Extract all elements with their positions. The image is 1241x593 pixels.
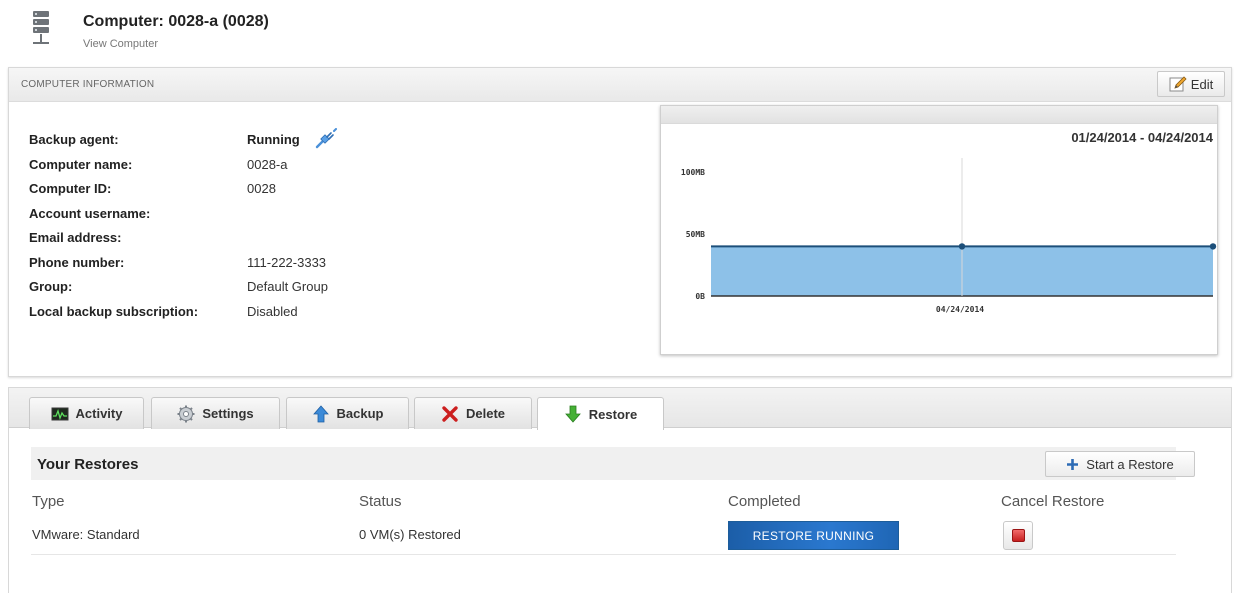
chart-y-tick-label: 50MB xyxy=(686,230,705,239)
server-icon xyxy=(33,11,49,44)
storage-chart: 01/24/2014 - 04/24/2014 0B 50MB 100MB 04/24… xyxy=(660,105,1218,355)
info-label: Account username: xyxy=(29,205,151,221)
restores-section-header: Your Restores Start a Restore xyxy=(31,447,1195,480)
start-restore-label: Start a Restore xyxy=(1086,456,1174,472)
info-label: Computer ID: xyxy=(29,181,112,196)
computer-tabs-panel: Activity Settings Backup Delete Restore … xyxy=(8,387,1232,593)
start-restore-button[interactable]: Start a Restore xyxy=(1045,451,1195,477)
info-label: Backup agent: xyxy=(29,132,119,147)
info-label: Group: xyxy=(29,279,73,294)
cancel-restore-button[interactable] xyxy=(1003,521,1033,550)
column-header-completed: Completed xyxy=(728,493,801,510)
restore-progress-bar: RESTORE RUNNING xyxy=(728,521,899,550)
chart-point xyxy=(958,243,966,250)
edit-label: Edit xyxy=(1190,76,1214,92)
down-arrow-icon xyxy=(564,405,581,423)
page-title: Computer: 0028-a (0028) xyxy=(83,13,269,30)
panel-title: COMPUTER INFORMATION xyxy=(21,79,155,90)
info-label: Phone number: xyxy=(29,254,125,270)
tab-label: Backup xyxy=(336,406,384,421)
computer-information-panel: COMPUTER INFORMATION Edit Backup agent: … xyxy=(8,67,1232,377)
restore-type: VMware: Standard xyxy=(32,527,140,542)
chart-date-range: 01/24/2014 - 04/24/2014 xyxy=(1071,130,1213,145)
info-value: Default Group xyxy=(247,279,328,294)
chart-y-tick-label: 100MB xyxy=(681,168,705,177)
chart-marks: 0B 50MB 100MB 04/24/2014 xyxy=(681,158,1217,314)
info-value: 111-222-3333 xyxy=(247,254,327,270)
tab-backup[interactable]: Backup xyxy=(286,397,409,429)
tab-delete[interactable]: Delete xyxy=(414,397,532,429)
gear-icon xyxy=(177,405,195,422)
tab-label: Activity xyxy=(75,406,123,421)
chart-header-bar xyxy=(661,106,1217,124)
edit-button[interactable]: Edit xyxy=(1157,71,1225,97)
column-header-cancel-restore: Cancel Restore xyxy=(1001,493,1105,510)
info-value: 0028-a xyxy=(247,156,288,172)
plus-icon xyxy=(1067,458,1079,470)
tab-strip: Activity Settings Backup Delete Restore xyxy=(9,388,1231,430)
page-header: Computer: 0028-a (0028) View Computer xyxy=(30,8,630,56)
plug-connected-icon xyxy=(315,128,337,149)
stop-icon xyxy=(1011,529,1025,542)
column-header-status: Status xyxy=(359,493,402,510)
storage-chart-plot: 01/24/2014 - 04/24/2014 0B 50MB 100MB 04/24… xyxy=(681,130,1217,314)
backup-agent-status: Running xyxy=(247,132,300,147)
restores-title: Your Restores xyxy=(37,456,139,473)
info-value: 0028 xyxy=(247,181,276,196)
tab-restore[interactable]: Restore xyxy=(537,397,664,430)
chart-x-tick-label: 04/24/2014 xyxy=(936,305,984,314)
activity-monitor-icon xyxy=(51,407,69,420)
restore-status: 0 VM(s) Restored xyxy=(359,527,461,542)
panel-header: COMPUTER INFORMATION Edit xyxy=(9,68,1231,102)
info-value: Disabled xyxy=(247,303,298,319)
tab-settings[interactable]: Settings xyxy=(151,397,280,429)
tab-activity[interactable]: Activity xyxy=(29,397,144,429)
red-x-icon xyxy=(442,405,458,422)
info-label: Local backup subscription: xyxy=(29,303,199,319)
tab-label: Delete xyxy=(465,406,506,421)
column-header-type: Type xyxy=(32,493,65,510)
tab-label: Restore xyxy=(588,406,638,422)
up-arrow-icon xyxy=(312,404,329,422)
info-label: Email address: xyxy=(29,230,122,245)
tab-label: Settings xyxy=(202,406,254,421)
info-label: Computer name: xyxy=(29,156,133,172)
view-computer-link[interactable]: View Computer xyxy=(83,38,158,50)
restore-progress-label: RESTORE RUNNING xyxy=(752,528,875,543)
chart-y-tick-label: 0B xyxy=(695,292,705,301)
pencil-icon xyxy=(1169,76,1187,92)
chart-point xyxy=(1209,243,1217,250)
row-divider xyxy=(31,554,1176,555)
